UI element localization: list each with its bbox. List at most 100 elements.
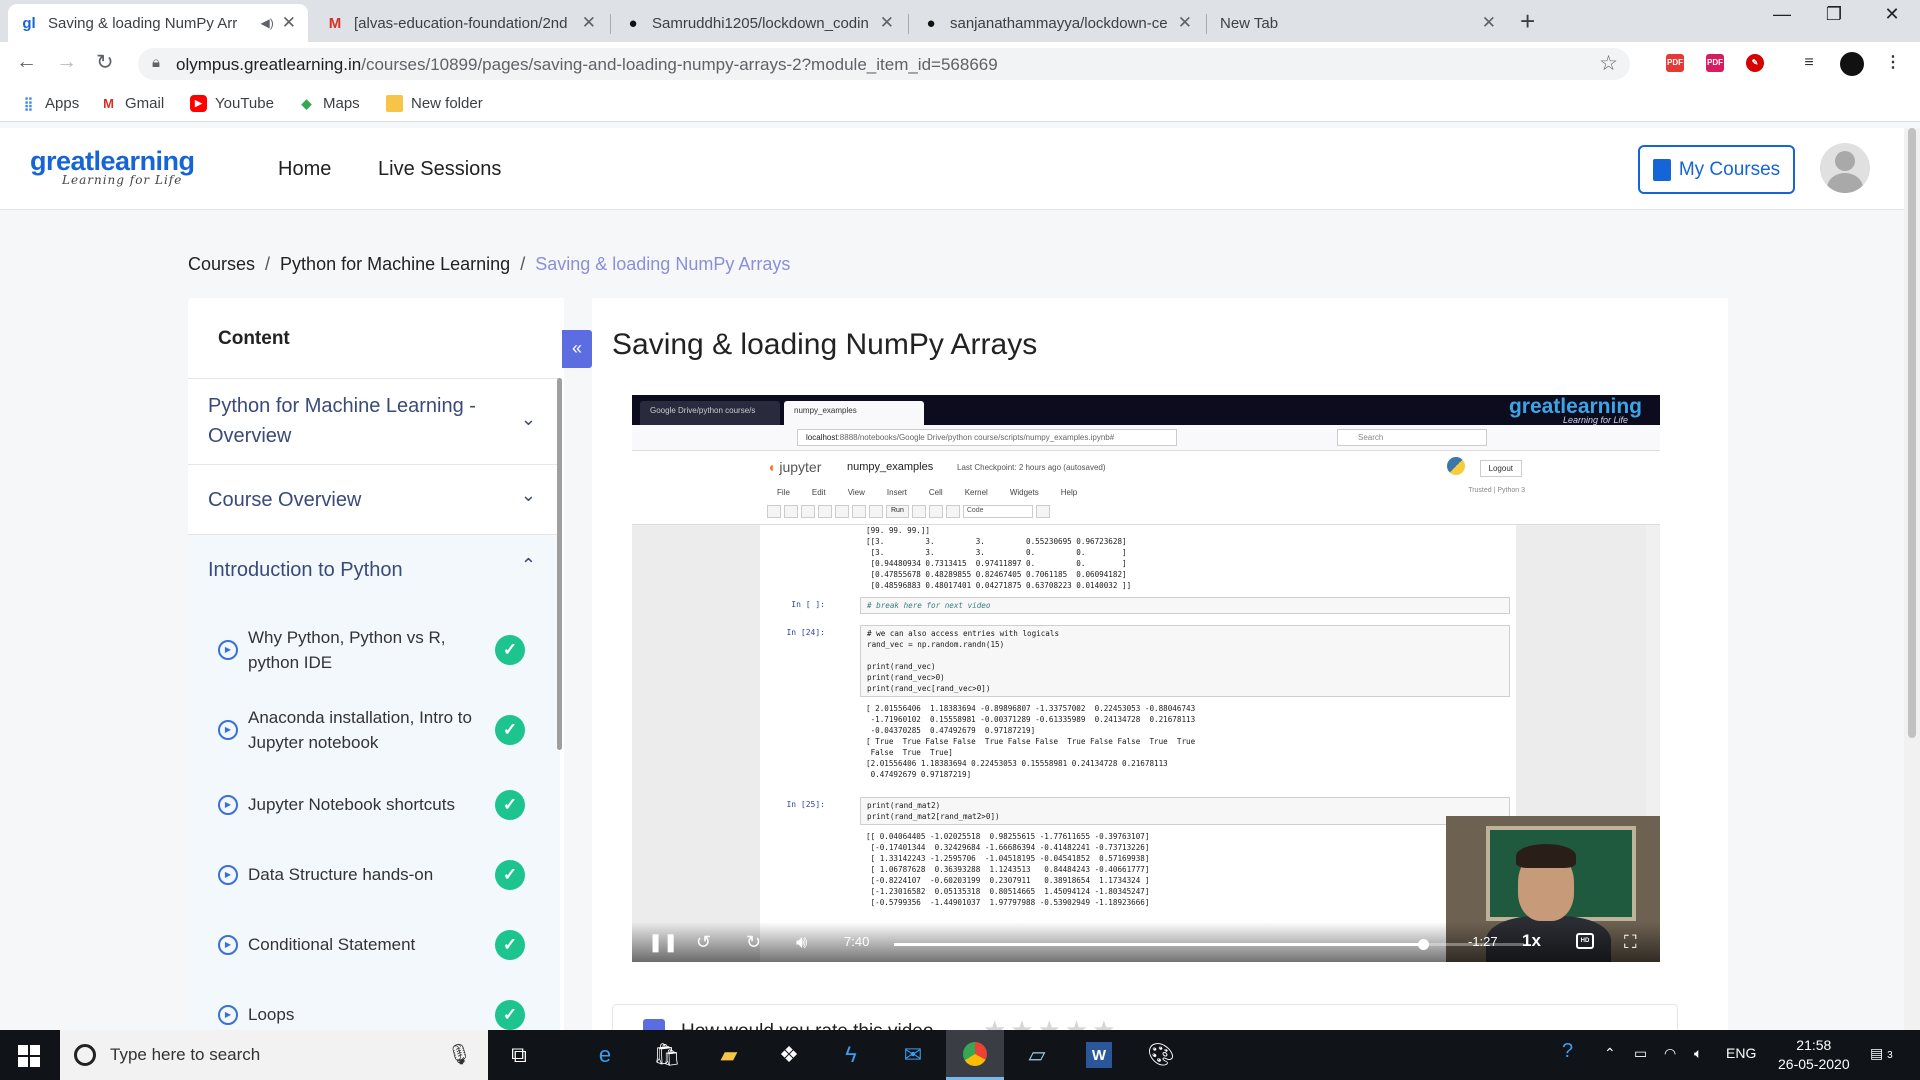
logo-tagline: Learning for Life	[62, 173, 183, 187]
reload-icon[interactable]: ↻	[96, 50, 114, 75]
lesson-item[interactable]: ▶ Jupyter Notebook shortcuts ✓	[188, 770, 560, 840]
fullscreen-icon[interactable]: ⛶	[1624, 932, 1637, 953]
task-view-icon[interactable]: ⧉	[502, 1038, 536, 1072]
sidebar-scrollbar[interactable]	[557, 378, 562, 750]
tab-github-samruddhi[interactable]: ● Samruddhi1205/lockdown_codin ✕	[612, 4, 906, 42]
store-icon[interactable]: 🛍︎	[650, 1038, 684, 1072]
lesson-title: Why Python, Python vs R, python IDE	[248, 628, 446, 672]
lesson-item[interactable]: ▶ Why Python, Python vs R, python IDE ✓	[188, 610, 560, 690]
section-title: Course Overview	[208, 489, 362, 511]
site-header: greatlearning Learning for Life Home Liv…	[0, 128, 1904, 210]
close-tab-icon[interactable]: ✕	[1482, 13, 1496, 33]
checkmark-icon: ✓	[495, 635, 525, 665]
edge-icon[interactable]: e	[588, 1038, 622, 1072]
language-indicator[interactable]: ENG	[1726, 1045, 1756, 1061]
word-icon[interactable]: W	[1082, 1038, 1116, 1072]
back-arrow-icon[interactable]: ←	[16, 50, 37, 74]
collapse-sidebar-button[interactable]: «	[562, 330, 592, 368]
bookmark-apps[interactable]: ⣿ Apps	[20, 95, 79, 112]
browser-tab-bar: gl Saving & loading NumPy Arr ◀) ✕ M [al…	[0, 0, 1920, 42]
file-explorer-icon[interactable]: ▰	[712, 1038, 746, 1072]
section-course-overview[interactable]: Course Overview ⌄	[188, 464, 560, 534]
lesson-item[interactable]: ▶ Data Structure hands-on ✓	[188, 840, 560, 910]
scrollbar-thumb[interactable]	[1908, 128, 1916, 738]
new-tab-button[interactable]: +	[1520, 6, 1535, 37]
paint-icon[interactable]: 🎨︎	[1144, 1038, 1178, 1072]
progress-handle[interactable]	[1418, 939, 1430, 950]
breadcrumb-course[interactable]: Python for Machine Learning	[280, 254, 510, 274]
my-courses-button[interactable]: My Courses	[1638, 145, 1795, 194]
bookmarks-bar: ⣿ Apps M Gmail ▶ YouTube ◆ Maps New folder	[0, 86, 1920, 122]
taskbar-clock[interactable]: 21:58 26-05-2020	[1778, 1036, 1850, 1074]
bookmark-youtube[interactable]: ▶ YouTube	[190, 95, 274, 112]
media-control-icon[interactable]: ≡	[1800, 54, 1818, 72]
section-introduction-to-python[interactable]: Introduction to Python ⌃	[188, 534, 560, 610]
pause-icon[interactable]: ❚❚	[648, 932, 678, 953]
close-tab-icon[interactable]: ✕	[582, 13, 596, 33]
bookmark-gmail[interactable]: M Gmail	[100, 95, 164, 112]
volume-icon[interactable]: 🔈︎	[1694, 1045, 1702, 1062]
hd-quality-icon[interactable]: HD	[1576, 933, 1594, 949]
user-avatar[interactable]	[1820, 143, 1870, 193]
tab-new-tab[interactable]: New Tab ✕	[1208, 4, 1508, 42]
mail-icon[interactable]: ✉	[896, 1038, 930, 1072]
maximize-icon[interactable]: ❐	[1804, 4, 1864, 25]
extension-icon[interactable]: ✎	[1746, 54, 1764, 72]
play-circle-icon: ▶	[218, 640, 238, 660]
video-progress-bar[interactable]	[894, 939, 1524, 950]
nav-home[interactable]: Home	[278, 158, 331, 181]
close-tab-icon[interactable]: ✕	[282, 13, 296, 33]
lesson-item[interactable]: ▶ Loops ✓	[188, 980, 560, 1030]
github-icon: ●	[628, 14, 638, 32]
close-tab-icon[interactable]: ✕	[880, 13, 894, 33]
video-player[interactable]: Google Drive/python course/s numpy_examp…	[632, 395, 1660, 962]
page-title: Saving & loading NumPy Arrays	[612, 328, 1038, 361]
current-time: 7:40	[844, 934, 870, 949]
tab-saving-loading-numpy[interactable]: gl Saving & loading NumPy Arr ◀) ✕	[8, 4, 308, 42]
close-window-icon[interactable]: ✕	[1862, 4, 1920, 25]
greatlearning-logo[interactable]: greatlearning Learning for Life	[30, 146, 195, 187]
tab-gmail[interactable]: M [alvas-education-foundation/2nd ✕	[314, 4, 608, 42]
windows-start-icon[interactable]	[18, 1045, 40, 1067]
breadcrumb-courses[interactable]: Courses	[188, 254, 255, 274]
close-tab-icon[interactable]: ✕	[1178, 13, 1192, 33]
lesson-item[interactable]: ▶ Conditional Statement ✓	[188, 910, 560, 980]
notification-center-icon[interactable]: ▤ 3	[1870, 1045, 1893, 1062]
chevron-up-icon[interactable]: ⌃	[1604, 1045, 1616, 1062]
rewind-icon[interactable]: ↺	[696, 932, 711, 953]
audio-playing-icon[interactable]: ◀)	[261, 16, 274, 30]
help-icon[interactable]: ?	[1562, 1040, 1573, 1063]
visual-studio-icon[interactable]: ϟ	[834, 1038, 868, 1072]
forward-icon[interactable]: ↻	[746, 932, 761, 953]
taskbar-search[interactable]: Type here to search 🎙︎	[60, 1030, 488, 1080]
browser-menu-icon[interactable]: ⋮	[1884, 54, 1902, 72]
lesson-title: Jupyter Notebook shortcuts	[248, 795, 455, 814]
battery-icon[interactable]: ▭	[1634, 1045, 1647, 1062]
pdf-extension-icon[interactable]: PDF	[1666, 54, 1684, 72]
forward-arrow-icon[interactable]: →	[56, 50, 77, 74]
notepad-icon[interactable]: ▱	[1020, 1038, 1054, 1072]
checkmark-icon: ✓	[495, 1000, 525, 1030]
url-path: /courses/10899/pages/saving-and-loading-…	[361, 55, 998, 74]
minimize-icon[interactable]: —	[1752, 4, 1812, 25]
play-circle-icon: ▶	[218, 720, 238, 740]
playback-speed-button[interactable]: 1x	[1522, 931, 1541, 951]
dropbox-icon[interactable]: ❖	[772, 1038, 806, 1072]
wifi-icon[interactable]: ◠	[1664, 1045, 1676, 1062]
bookmark-star-icon[interactable]: ☆	[1599, 51, 1618, 76]
microphone-icon[interactable]: 🎙︎	[447, 1042, 472, 1067]
bookmark-new-folder[interactable]: New folder	[386, 95, 483, 112]
lesson-item[interactable]: ▶ Anaconda installation, Intro to Jupyte…	[188, 690, 560, 770]
lesson-title: Conditional Statement	[248, 935, 416, 954]
chrome-icon[interactable]	[946, 1030, 1004, 1080]
section-python-ml-overview[interactable]: Python for Machine Learning - Overview ⌄	[188, 378, 560, 464]
page-scrollbar[interactable]	[1904, 128, 1920, 1030]
pdf-extension-icon[interactable]: PDF	[1706, 54, 1724, 72]
url-input[interactable]: 🔒︎ olympus.greatlearning.in/courses/1089…	[138, 48, 1630, 80]
nav-live-sessions[interactable]: Live Sessions	[378, 158, 501, 181]
bookmark-maps[interactable]: ◆ Maps	[298, 95, 360, 112]
tab-github-sanjana[interactable]: ● sanjanathammayya/lockdown-ce ✕	[910, 4, 1204, 42]
chevron-down-icon: ⌄	[520, 485, 536, 505]
volume-icon[interactable]: 🔊︎	[796, 932, 807, 953]
profile-avatar[interactable]	[1840, 52, 1864, 76]
